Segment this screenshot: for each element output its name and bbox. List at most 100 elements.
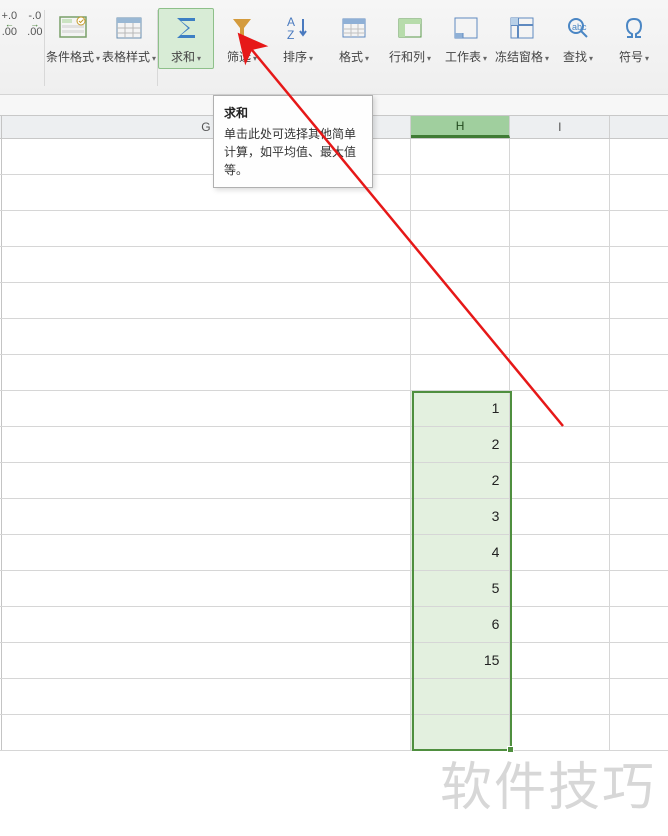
cell-g[interactable] bbox=[2, 463, 411, 498]
cell-h[interactable] bbox=[411, 175, 511, 210]
cell-rest[interactable] bbox=[610, 535, 668, 570]
funnel-icon bbox=[226, 12, 258, 44]
filter-button[interactable]: 筛选▾ bbox=[214, 8, 270, 69]
table-row bbox=[0, 319, 668, 355]
cell-i[interactable] bbox=[510, 427, 610, 462]
cell-g[interactable] bbox=[2, 643, 411, 678]
cell-rest[interactable] bbox=[610, 355, 668, 390]
table-row: 3 bbox=[0, 499, 668, 535]
cell-i[interactable] bbox=[510, 175, 610, 210]
cell-rest[interactable] bbox=[610, 643, 668, 678]
cell-h[interactable]: 5 bbox=[411, 571, 511, 606]
cell-i[interactable] bbox=[510, 715, 610, 750]
table-row: 6 bbox=[0, 607, 668, 643]
cell-i[interactable] bbox=[510, 391, 610, 426]
worksheet-button[interactable]: 工作表▾ bbox=[438, 8, 494, 69]
cell-h[interactable] bbox=[411, 355, 511, 390]
cell-h[interactable]: 2 bbox=[411, 427, 511, 462]
cell-h[interactable]: 2 bbox=[411, 463, 511, 498]
cell-h[interactable] bbox=[411, 715, 511, 750]
table-row bbox=[0, 679, 668, 715]
cell-h[interactable]: 15 bbox=[411, 643, 511, 678]
cell-i[interactable] bbox=[510, 319, 610, 354]
cell-rest[interactable] bbox=[610, 211, 668, 246]
col-header-i[interactable]: I bbox=[510, 116, 610, 138]
cell-g[interactable] bbox=[2, 247, 411, 282]
row-col-button[interactable]: 行和列▾ bbox=[382, 8, 438, 69]
freeze-icon bbox=[506, 12, 538, 44]
sort-button[interactable]: AZ 排序▾ bbox=[270, 8, 326, 69]
cell-rest[interactable] bbox=[610, 715, 668, 750]
ribbon-toolbar: +.0 ← .00 -.0 → .00 条件格式▾ 表格样式▾ 求和▾ bbox=[0, 0, 668, 95]
grid-area[interactable]: 122345615 bbox=[0, 139, 668, 751]
cell-g[interactable] bbox=[2, 283, 411, 318]
cell-g[interactable] bbox=[2, 607, 411, 642]
cell-h[interactable] bbox=[411, 139, 511, 174]
table-row: 15 bbox=[0, 643, 668, 679]
cell-g[interactable] bbox=[2, 427, 411, 462]
table-row bbox=[0, 283, 668, 319]
cell-rest[interactable] bbox=[610, 247, 668, 282]
tooltip-title: 求和 bbox=[224, 104, 362, 121]
cell-rest[interactable] bbox=[610, 391, 668, 426]
cell-i[interactable] bbox=[510, 463, 610, 498]
cell-g[interactable] bbox=[2, 535, 411, 570]
cell-h[interactable] bbox=[411, 319, 511, 354]
cell-i[interactable] bbox=[510, 247, 610, 282]
cell-h[interactable] bbox=[411, 247, 511, 282]
cell-h[interactable]: 6 bbox=[411, 607, 511, 642]
cell-g[interactable] bbox=[2, 319, 411, 354]
cell-g[interactable] bbox=[2, 715, 411, 750]
cell-i[interactable] bbox=[510, 355, 610, 390]
cell-i[interactable] bbox=[510, 139, 610, 174]
format-button[interactable]: 格式▾ bbox=[326, 8, 382, 69]
cell-h[interactable] bbox=[411, 679, 511, 714]
cell-i[interactable] bbox=[510, 499, 610, 534]
table-style-button[interactable]: 表格样式▾ bbox=[101, 8, 157, 69]
cell-g[interactable] bbox=[2, 391, 411, 426]
symbol-button[interactable]: 符号▾ bbox=[606, 8, 662, 69]
cell-h[interactable]: 3 bbox=[411, 499, 511, 534]
cell-rest[interactable] bbox=[610, 139, 668, 174]
cell-rest[interactable] bbox=[610, 607, 668, 642]
cell-rest[interactable] bbox=[610, 427, 668, 462]
cell-h[interactable] bbox=[411, 283, 511, 318]
freeze-panes-button[interactable]: 冻结窗格▾ bbox=[494, 8, 550, 69]
cell-rest[interactable] bbox=[610, 463, 668, 498]
cell-i[interactable] bbox=[510, 283, 610, 318]
col-header-h[interactable]: H bbox=[411, 116, 511, 138]
sum-button[interactable]: 求和▾ bbox=[158, 8, 214, 69]
cell-rest[interactable] bbox=[610, 283, 668, 318]
cell-i[interactable] bbox=[510, 607, 610, 642]
cell-rest[interactable] bbox=[610, 499, 668, 534]
sum-tooltip: 求和 单击此处可选择其他简单计算，如平均值、最大值等。 bbox=[213, 95, 373, 188]
cell-i[interactable] bbox=[510, 535, 610, 570]
cell-h[interactable]: 1 bbox=[411, 391, 511, 426]
spreadsheet: G H I 122345615 bbox=[0, 115, 668, 751]
decrease-decimal-button[interactable]: +.0 ← .00 bbox=[2, 12, 18, 37]
cell-g[interactable] bbox=[2, 211, 411, 246]
row-col-icon bbox=[394, 12, 426, 44]
cell-i[interactable] bbox=[510, 571, 610, 606]
conditional-format-button[interactable]: 条件格式▾ bbox=[45, 8, 101, 69]
cell-h[interactable] bbox=[411, 211, 511, 246]
table-style-icon bbox=[113, 12, 145, 44]
tooltip-body: 单击此处可选择其他简单计算，如平均值、最大值等。 bbox=[224, 125, 362, 179]
cell-i[interactable] bbox=[510, 211, 610, 246]
cell-i[interactable] bbox=[510, 679, 610, 714]
find-button[interactable]: abc 查找▾ bbox=[550, 8, 606, 69]
cell-g[interactable] bbox=[2, 571, 411, 606]
cell-rest[interactable] bbox=[610, 175, 668, 210]
increase-decimal-button[interactable]: -.0 → .00 bbox=[27, 12, 42, 37]
cell-h[interactable]: 4 bbox=[411, 535, 511, 570]
table-row: 1 bbox=[0, 391, 668, 427]
cell-g[interactable] bbox=[2, 679, 411, 714]
cell-rest[interactable] bbox=[610, 571, 668, 606]
cell-g[interactable] bbox=[2, 499, 411, 534]
cell-rest[interactable] bbox=[610, 319, 668, 354]
cell-i[interactable] bbox=[510, 643, 610, 678]
table-row bbox=[0, 247, 668, 283]
cell-g[interactable] bbox=[2, 355, 411, 390]
table-row: 4 bbox=[0, 535, 668, 571]
cell-rest[interactable] bbox=[610, 679, 668, 714]
